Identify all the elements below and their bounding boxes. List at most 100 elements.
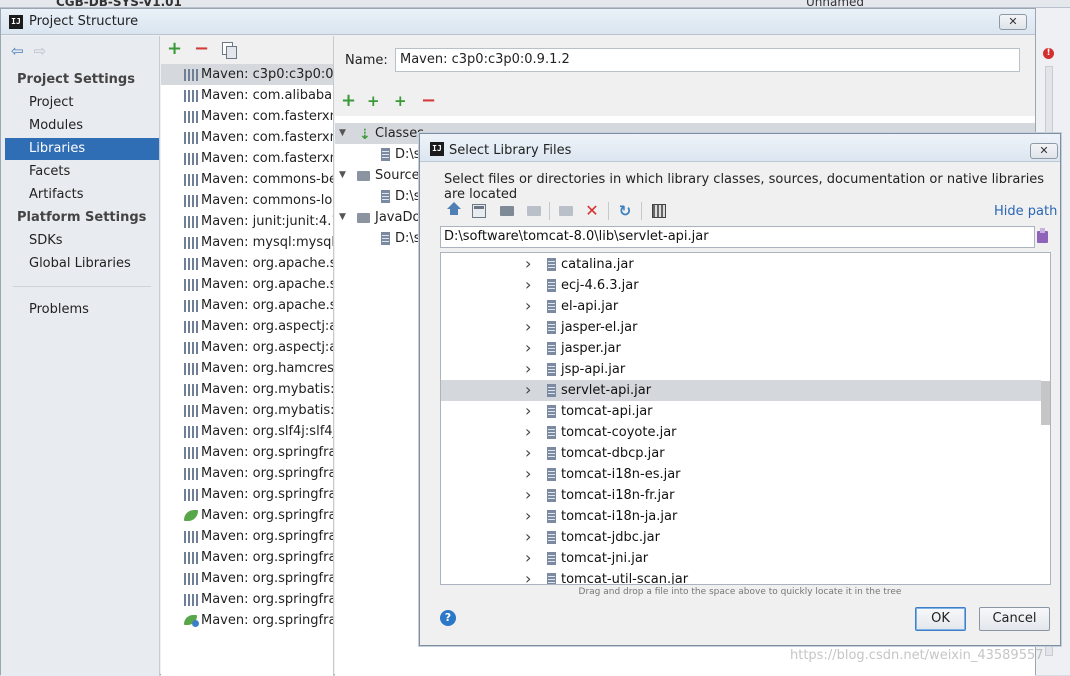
ok-button[interactable]: OK [915,607,966,631]
expand-chevron-icon[interactable]: › [525,400,531,421]
library-item[interactable]: Maven: org.slf4j:slf4j-api [161,421,333,442]
expand-chevron-icon[interactable]: › [525,505,531,526]
file-tree-row[interactable]: › tomcat-api.jar [441,401,1041,422]
expand-chevron-icon[interactable]: › [525,295,531,316]
file-tree-scrollbar[interactable] [1041,381,1050,425]
collapse-triangle-icon[interactable]: ▼ [339,165,346,186]
file-tree-row[interactable]: › tomcat-util-scan.jar [441,568,1041,584]
hide-path-link[interactable]: Hide path [994,204,1057,219]
add-root-button[interactable]: + [341,92,356,110]
sidebar-item-sdks[interactable]: SDKs [5,230,159,252]
library-name-field[interactable]: Maven: c3p0:c3p0:0.9.1.2 [395,48,1020,72]
file-tree-row[interactable]: › el-api.jar [441,296,1041,317]
expand-chevron-icon[interactable]: › [525,421,531,442]
expand-chevron-icon[interactable]: › [525,253,531,274]
expand-chevron-icon[interactable]: › [525,379,531,400]
close-button[interactable]: ✕ [999,14,1027,30]
sidebar-item-libraries[interactable]: Libraries [5,138,159,160]
remove-library-button[interactable]: − [194,40,209,58]
library-item[interactable]: Maven: junit:junit:4.12 [161,211,333,232]
library-item[interactable]: Maven: org.springframework [161,484,333,505]
path-history-icon[interactable] [1036,228,1050,244]
sidebar-item-problems[interactable]: Problems [5,299,159,321]
add-attached-icon[interactable]: + [394,92,407,110]
sidebar-item-facets[interactable]: Facets [5,161,159,183]
file-tree-row[interactable]: › tomcat-i18n-ja.jar [441,506,1041,527]
path-field[interactable]: D:\software\tomcat-8.0\lib\servlet-api.j… [440,226,1035,248]
library-item[interactable]: Maven: commons-logging [161,190,333,211]
library-item-label: Maven: org.springframework [201,508,333,523]
library-item[interactable]: Maven: org.springframework [161,442,333,463]
remove-root-button[interactable]: − [421,92,436,110]
library-item[interactable]: Maven: org.apache.shiro [161,295,333,316]
delete-icon[interactable]: ✕ [585,203,599,219]
library-item-label: Maven: org.springframework [201,550,333,565]
library-item[interactable]: Maven: org.aspectj:aspectj [161,337,333,358]
file-tree-row[interactable]: › tomcat-coyote.jar [441,422,1041,443]
sidebar-item-modules[interactable]: Modules [5,115,159,137]
project-folder-icon[interactable] [500,206,514,216]
expand-chevron-icon[interactable]: › [525,526,531,547]
sidebar-item-artifacts[interactable]: Artifacts [5,184,159,206]
add-jar-icon[interactable]: + [367,92,380,110]
library-item[interactable]: Maven: org.springframework [161,568,333,589]
library-item[interactable]: Maven: org.hamcrest:hamcrest [161,358,333,379]
new-folder-icon[interactable] [559,206,573,216]
file-tree-row[interactable]: › servlet-api.jar [441,380,1041,401]
file-tree-row[interactable]: › jsp-api.jar [441,359,1041,380]
file-tree-row[interactable]: › ecj-4.6.3.jar [441,275,1041,296]
dialog-close-button[interactable]: ✕ [1030,143,1058,159]
expand-chevron-icon[interactable]: › [525,547,531,568]
library-item[interactable]: Maven: org.springframework [161,526,333,547]
module-folder-icon[interactable] [527,206,541,216]
library-item[interactable]: Maven: org.apache.shiro [161,253,333,274]
forward-arrow-icon[interactable]: ⇨ [34,42,47,60]
library-item[interactable]: Maven: org.mybatis:mybatis [161,379,333,400]
file-tree-row[interactable]: › tomcat-jni.jar [441,548,1041,569]
library-item[interactable]: Maven: com.fasterxml.jackson [161,106,333,127]
expand-chevron-icon[interactable]: › [525,568,531,584]
sidebar-item-project[interactable]: Project [5,92,159,114]
library-item[interactable]: Maven: org.aspectj:aspectj [161,316,333,337]
library-item[interactable]: Maven: org.mybatis:mybatis [161,400,333,421]
library-item[interactable]: Maven: com.fasterxml.jackson [161,127,333,148]
collapse-triangle-icon[interactable]: ▼ [339,123,346,144]
library-item[interactable]: Maven: com.fasterxml.jackson [161,148,333,169]
file-tree-row[interactable]: › tomcat-jdbc.jar [441,527,1041,548]
library-item[interactable]: Maven: org.springframework [161,463,333,484]
show-hidden-icon[interactable] [652,204,666,218]
copy-library-icon[interactable] [222,42,237,59]
file-tree-row[interactable]: › tomcat-i18n-fr.jar [441,485,1041,506]
library-item[interactable]: Maven: com.alibaba:druid [161,85,333,106]
library-item[interactable]: Maven: c3p0:c3p0:0.9.1.2 [161,64,333,85]
sidebar-item-global-libraries[interactable]: Global Libraries [5,253,159,275]
help-icon[interactable]: ? [440,610,456,626]
expand-chevron-icon[interactable]: › [525,442,531,463]
expand-chevron-icon[interactable]: › [525,337,531,358]
library-item[interactable]: Maven: org.springframework [161,610,333,631]
home-icon[interactable] [447,202,461,215]
library-item[interactable]: Maven: org.springframework [161,505,333,526]
expand-chevron-icon[interactable]: › [525,316,531,337]
expand-chevron-icon[interactable]: › [525,463,531,484]
expand-chevron-icon[interactable]: › [525,358,531,379]
file-tree-row[interactable]: › tomcat-i18n-es.jar [441,464,1041,485]
file-tree-row[interactable]: › tomcat-dbcp.jar [441,443,1041,464]
cancel-button[interactable]: Cancel [979,607,1050,631]
library-item[interactable]: Maven: org.springframework [161,547,333,568]
library-item[interactable]: Maven: mysql:mysql-connector [161,232,333,253]
expand-chevron-icon[interactable]: › [525,274,531,295]
file-tree-row[interactable]: › catalina.jar [441,254,1041,275]
desktop-icon[interactable] [472,204,486,218]
library-item[interactable]: Maven: org.springframework [161,589,333,610]
file-tree-row[interactable]: › jasper.jar [441,338,1041,359]
back-arrow-icon[interactable]: ⇦ [11,42,24,60]
refresh-icon[interactable]: ↻ [618,204,632,219]
library-item[interactable]: Maven: org.apache.shiro [161,274,333,295]
add-library-button[interactable]: + [167,40,182,58]
library-item[interactable]: Maven: commons-beanutils [161,169,333,190]
file-name: servlet-api.jar [561,383,652,398]
file-tree-row[interactable]: › jasper-el.jar [441,317,1041,338]
collapse-triangle-icon[interactable]: ▼ [339,207,346,228]
expand-chevron-icon[interactable]: › [525,484,531,505]
